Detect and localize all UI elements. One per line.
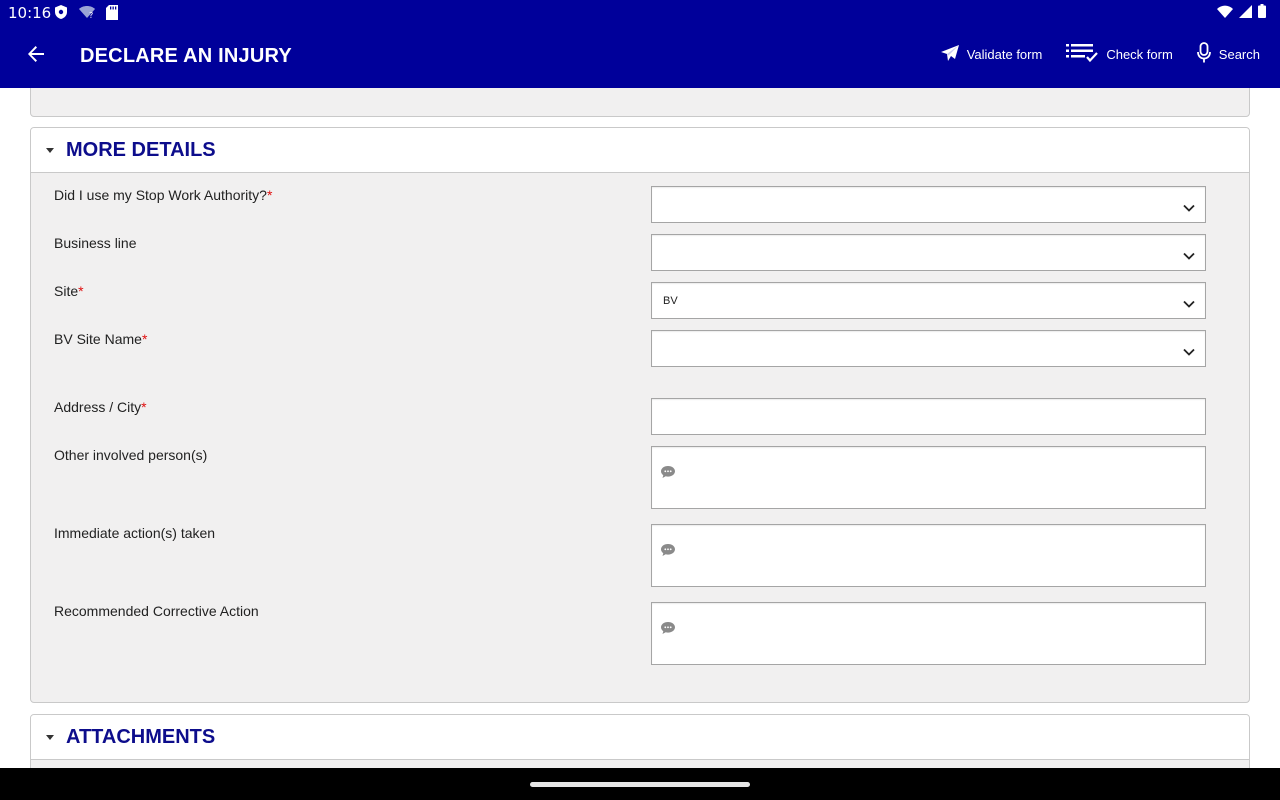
site-select[interactable]: BV bbox=[651, 282, 1206, 319]
shield-icon bbox=[54, 4, 68, 25]
other-persons-label: Other involved person(s) bbox=[54, 447, 207, 463]
attachments-title: ATTACHMENTS bbox=[66, 725, 216, 748]
signal-icon bbox=[1239, 4, 1252, 23]
status-right-icons bbox=[1217, 4, 1266, 23]
attachments-header[interactable]: ATTACHMENTS bbox=[31, 715, 1249, 760]
corrective-action-textarea[interactable] bbox=[651, 602, 1206, 665]
wifi-icon bbox=[1217, 5, 1233, 23]
bv-site-name-label-text: BV Site Name bbox=[54, 331, 142, 347]
system-nav-bar bbox=[0, 768, 1280, 800]
immediate-actions-label: Immediate action(s) taken bbox=[54, 525, 215, 541]
battery-icon bbox=[1258, 4, 1266, 23]
address-city-label: Address / City* bbox=[54, 399, 147, 415]
form-content[interactable]: MORE DETAILS Did I use my Stop Work Auth… bbox=[0, 88, 1280, 768]
corrective-action-label-text: Recommended Corrective Action bbox=[54, 603, 259, 619]
other-persons-textarea[interactable] bbox=[651, 446, 1206, 509]
collapse-caret-icon bbox=[46, 147, 54, 153]
required-mark: * bbox=[141, 399, 147, 415]
previous-section-bottom bbox=[30, 88, 1250, 117]
home-gesture-handle[interactable] bbox=[530, 782, 750, 787]
comment-icon bbox=[660, 621, 676, 640]
chevron-down-icon bbox=[1183, 199, 1195, 217]
wifi-question-icon: ? bbox=[78, 5, 96, 24]
address-city-input[interactable] bbox=[651, 398, 1206, 435]
site-label-text: Site bbox=[54, 283, 79, 299]
site-value: BV bbox=[663, 295, 678, 307]
business-line-label: Business line bbox=[54, 235, 137, 251]
required-mark: * bbox=[141, 331, 148, 347]
required-mark: * bbox=[78, 283, 84, 299]
search-button[interactable]: Search bbox=[1196, 42, 1260, 67]
status-bar: 10:16 ? bbox=[0, 0, 1280, 24]
attachments-section: ATTACHMENTS bbox=[30, 714, 1250, 768]
comment-icon bbox=[660, 465, 676, 484]
validate-form-button[interactable]: Validate form bbox=[940, 45, 1043, 64]
chevron-down-icon bbox=[1183, 247, 1195, 265]
check-form-button[interactable]: Check form bbox=[1066, 43, 1173, 66]
page-title: DECLARE AN INJURY bbox=[80, 45, 292, 67]
microphone-icon bbox=[1196, 42, 1211, 67]
status-time: 10:16 bbox=[8, 4, 52, 22]
app-bar: DECLARE AN INJURY Validate form Check fo… bbox=[0, 24, 1280, 88]
validate-form-label: Validate form bbox=[966, 47, 1043, 62]
stop-work-select[interactable] bbox=[651, 186, 1206, 223]
toolbar-actions: Validate form Check form Search bbox=[940, 42, 1260, 67]
check-form-label: Check form bbox=[1106, 47, 1173, 62]
comment-icon bbox=[660, 543, 676, 562]
bv-site-name-label: BV Site Name* bbox=[54, 331, 147, 347]
sd-card-icon bbox=[106, 4, 118, 25]
business-line-label-text: Business line bbox=[54, 235, 137, 251]
status-left-icons: ? bbox=[54, 4, 118, 25]
svg-text:?: ? bbox=[89, 11, 93, 19]
search-label: Search bbox=[1218, 47, 1260, 62]
stop-work-label-text: Did I use my Stop Work Authority? bbox=[54, 187, 267, 203]
immediate-actions-textarea[interactable] bbox=[651, 524, 1206, 587]
back-button[interactable] bbox=[20, 40, 52, 72]
checklist-icon bbox=[1066, 43, 1099, 66]
required-mark: * bbox=[266, 187, 273, 203]
chevron-down-icon bbox=[1183, 295, 1195, 313]
send-icon bbox=[940, 45, 959, 64]
site-label: Site* bbox=[54, 283, 84, 299]
bv-site-name-select[interactable] bbox=[651, 330, 1206, 367]
arrow-back-icon bbox=[27, 45, 45, 68]
stop-work-label: Did I use my Stop Work Authority?* bbox=[54, 187, 272, 203]
collapse-caret-icon bbox=[46, 734, 54, 740]
corrective-action-label: Recommended Corrective Action bbox=[54, 603, 259, 619]
other-persons-label-text: Other involved person(s) bbox=[54, 447, 208, 463]
more-details-section: MORE DETAILS Did I use my Stop Work Auth… bbox=[30, 127, 1250, 703]
address-city-label-text: Address / City bbox=[54, 399, 142, 415]
more-details-title: MORE DETAILS bbox=[66, 138, 216, 161]
business-line-select[interactable] bbox=[651, 234, 1206, 271]
more-details-header[interactable]: MORE DETAILS bbox=[31, 128, 1249, 173]
immediate-actions-label-text: Immediate action(s) taken bbox=[54, 525, 216, 541]
chevron-down-icon bbox=[1183, 343, 1195, 361]
